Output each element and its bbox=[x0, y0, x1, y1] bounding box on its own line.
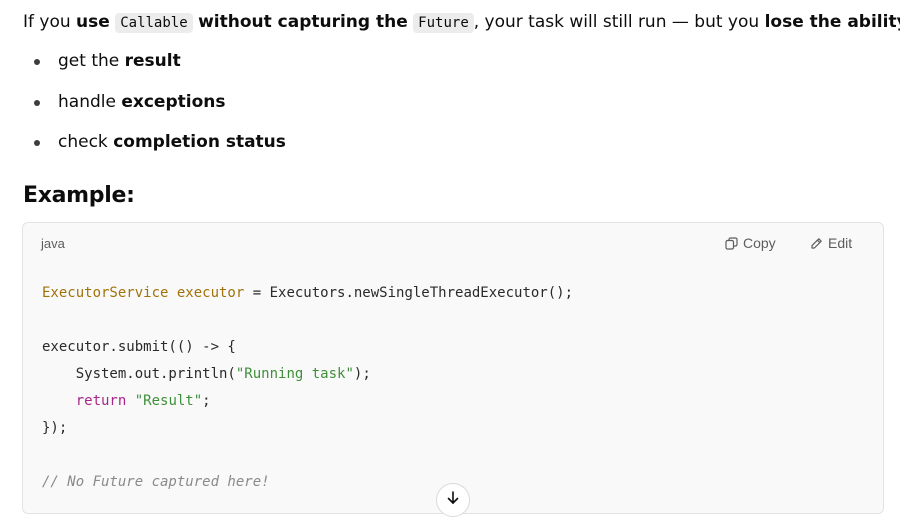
intro-bold-use: use bbox=[76, 12, 110, 32]
code-line: executor.submit(() -> { bbox=[42, 334, 573, 361]
code-line: ExecutorService executor = Executors.new… bbox=[42, 280, 573, 307]
arrow-down-icon bbox=[445, 490, 461, 510]
intro-paragraph: If you use Callable without capturing th… bbox=[23, 9, 900, 36]
code-token: }); bbox=[42, 420, 68, 436]
list-item-bold: completion status bbox=[113, 132, 286, 152]
intro-bold-without: without capturing the bbox=[198, 12, 408, 32]
code-content: ExecutorService executor = Executors.new… bbox=[42, 280, 573, 496]
edit-button-label: Edit bbox=[828, 235, 853, 251]
code-block: java Copy Edit ExecutorService executor … bbox=[22, 222, 884, 514]
copy-button-label: Copy bbox=[743, 235, 776, 251]
code-token-keyword: return bbox=[75, 393, 127, 409]
code-token-comment: // No Future captured here! bbox=[42, 474, 270, 490]
code-line: System.out.println("Running task"); bbox=[42, 361, 573, 388]
inline-code-future: Future bbox=[413, 13, 474, 33]
code-token-string: "Result" bbox=[134, 393, 203, 409]
code-token: System.out.println( bbox=[42, 366, 236, 382]
code-token-string: "Running task" bbox=[235, 366, 354, 382]
list-item: check completion status bbox=[23, 129, 286, 170]
list-item: handle exceptions bbox=[23, 89, 286, 130]
list-item: get the result bbox=[23, 48, 286, 89]
code-token: = Executors.newSingleThreadExecutor(); bbox=[244, 285, 574, 301]
code-token: ); bbox=[353, 366, 371, 382]
code-line: // No Future captured here! bbox=[42, 469, 573, 496]
code-line-empty bbox=[42, 307, 573, 334]
code-line-empty bbox=[42, 442, 573, 469]
scroll-down-button[interactable] bbox=[436, 483, 470, 517]
code-line: }); bbox=[42, 415, 573, 442]
bullet-icon bbox=[34, 140, 40, 146]
list-item-text: handle bbox=[58, 91, 122, 112]
code-language-label: java bbox=[41, 236, 65, 251]
edit-button[interactable]: Edit bbox=[810, 235, 852, 251]
list-item-text: check bbox=[58, 132, 114, 152]
intro-bold-lose: lose the ability to bbox=[764, 12, 900, 32]
copy-button[interactable]: Copy bbox=[725, 235, 776, 251]
bullet-list: get the result handle exceptions check c… bbox=[23, 48, 286, 170]
bullet-icon bbox=[34, 59, 40, 65]
intro-text: If you bbox=[23, 12, 77, 32]
code-token: ; bbox=[202, 393, 211, 409]
code-line: return "Result"; bbox=[42, 388, 573, 415]
copy-icon bbox=[725, 236, 738, 250]
list-item-bold: exceptions bbox=[121, 91, 226, 112]
pencil-icon bbox=[810, 237, 823, 250]
list-item-bold: result bbox=[124, 51, 181, 71]
code-token-type: ExecutorService executor bbox=[42, 285, 245, 301]
intro-text-2: , your task will still run — but you bbox=[473, 12, 765, 32]
inline-code-callable: Callable bbox=[115, 13, 193, 33]
list-item-text: get the bbox=[58, 51, 125, 71]
example-heading: Example: bbox=[23, 183, 135, 208]
code-token: executor.submit(() -> { bbox=[42, 339, 236, 355]
bullet-icon bbox=[34, 99, 40, 106]
